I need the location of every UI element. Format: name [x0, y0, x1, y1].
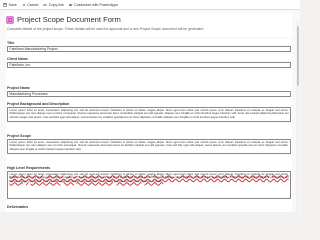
client-name-label: Client Name — [7, 57, 28, 61]
powerapps-icon — [69, 3, 73, 6]
title-field[interactable]: Fabrikam Manufacturing Project — [7, 46, 291, 52]
vertical-scrollbar[interactable] — [296, 22, 299, 212]
close-icon — [22, 3, 26, 6]
background-label: Project Background and Description — [7, 102, 70, 106]
command-bar: Save Cancel Copy link Customize with Pow… — [0, 0, 300, 10]
title-label: Title — [7, 41, 15, 45]
link-icon — [43, 3, 48, 6]
project-name-field[interactable]: Manufacturing Processes — [7, 91, 291, 97]
copy-link-button[interactable]: Copy link — [43, 2, 64, 7]
client-name-field[interactable]: Fabrikam, Inc. — [7, 62, 291, 68]
form-scroll-area[interactable]: Project Scope Document Form Complete det… — [0, 10, 300, 212]
background-textarea[interactable]: Lorem ipsum dolor sit amet, consectetur … — [7, 107, 291, 122]
project-name-label: Project Name — [7, 86, 30, 90]
save-icon — [3, 2, 7, 7]
save-button[interactable]: Save — [3, 3, 17, 7]
copy-link-label: Copy link — [48, 2, 64, 7]
requirements-textarea[interactable]: Lorem ipsum dolor sit amet, consectetur … — [7, 171, 291, 199]
requirements-label: High Level Requirements — [7, 166, 51, 170]
form-title: Project Scope Document Form — [17, 15, 121, 24]
cancel-label: Cancel — [27, 2, 39, 7]
form-description: Complete details of the project scope. T… — [7, 27, 205, 31]
form-icon — [6, 16, 14, 24]
cancel-button[interactable]: Cancel — [22, 2, 39, 7]
deliverables-label: Deliverables — [7, 205, 29, 209]
project-scope-textarea[interactable]: Lorem ipsum dolor sit amet, consectetur … — [7, 139, 291, 154]
customize-powerapps-button[interactable]: Customize with PowerApps — [69, 3, 118, 7]
save-label: Save — [8, 2, 17, 7]
scrollbar-thumb[interactable] — [296, 26, 299, 86]
customize-label: Customize with PowerApps — [74, 2, 118, 7]
form-header: Project Scope Document Form Complete det… — [6, 13, 292, 37]
project-scope-label: Project Scope — [7, 134, 31, 138]
form-body: Title Fabrikam Manufacturing Project Cli… — [6, 39, 292, 212]
